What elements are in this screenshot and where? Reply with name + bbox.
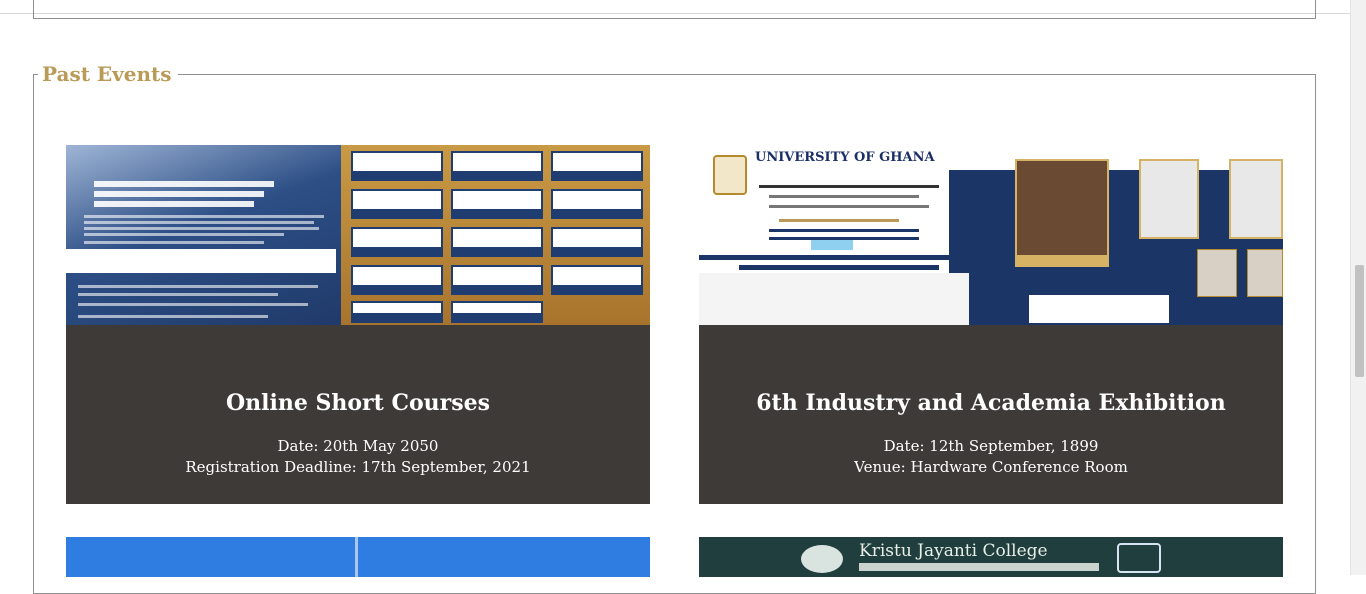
event-image-short-courses[interactable]: [66, 145, 650, 325]
event-deadline: Registration Deadline: 17th September, 2…: [185, 458, 531, 476]
scrollbar-thumb[interactable]: [1355, 265, 1364, 377]
event-title[interactable]: Online Short Courses: [66, 388, 650, 418]
event-venue: Venue: Hardware Conference Room: [854, 458, 1128, 476]
previous-section-border: [33, 0, 1316, 19]
event-image-industry-academia[interactable]: UNIVERSITY OF GHANA: [699, 145, 1283, 325]
event-card-next-left[interactable]: [66, 537, 650, 577]
college-crest-icon: [801, 545, 843, 573]
event-card-next-right[interactable]: Kristu Jayanti College: [699, 537, 1283, 577]
event-card-online-short-courses[interactable]: Online Short Courses Date: 20th May 2050…: [66, 145, 650, 504]
poster-college-name: Kristu Jayanti College: [859, 541, 1048, 561]
event-title[interactable]: 6th Industry and Academia Exhibition: [699, 388, 1283, 418]
vertical-scrollbar[interactable]: [1350, 0, 1366, 575]
poster-university-name: UNIVERSITY OF GHANA: [755, 150, 935, 165]
event-card-industry-academia[interactable]: UNIVERSITY OF GHANA 6th Industry and Aca…: [699, 145, 1283, 504]
university-crest-icon: [713, 155, 747, 195]
event-date: Date: 12th September, 1899: [883, 437, 1099, 455]
event-date: Date: 20th May 2050: [277, 437, 439, 455]
past-events-heading: Past Events: [38, 60, 178, 88]
